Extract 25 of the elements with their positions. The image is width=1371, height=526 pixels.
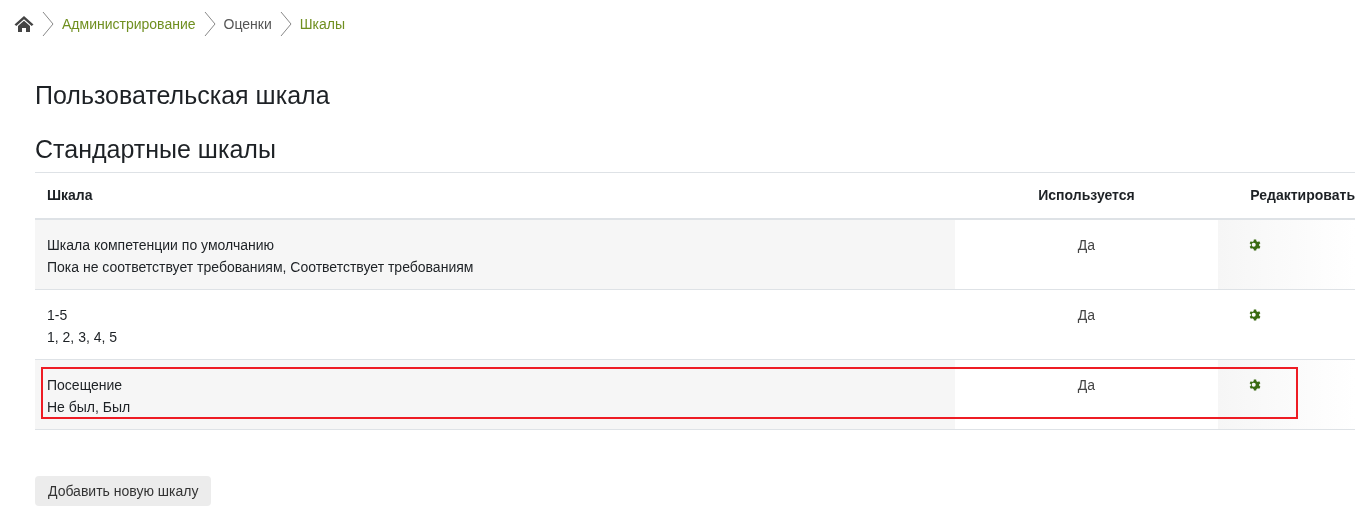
scale-name: Посещение [47, 376, 124, 395]
chevron-icon [279, 11, 292, 37]
breadcrumb-link[interactable]: Шкалы [299, 13, 345, 35]
scale-items: Пока не соответствует требованиям, Соответствует требованиям [47, 258, 475, 277]
add-scale-button[interactable]: Добавить новую шкалу [35, 476, 212, 506]
home-icon[interactable] [14, 15, 34, 33]
used-value: Да [1077, 307, 1096, 323]
column-header: Шкала [47, 187, 93, 203]
scale-items: Не был, Был [47, 398, 132, 417]
settings-icon[interactable] [1247, 238, 1262, 252]
section-title: Стандартные шкалы [35, 134, 277, 165]
chevron-icon [42, 11, 54, 37]
chevron-icon [203, 11, 216, 37]
scale-items: 1, 2, 3, 4, 5 [47, 328, 119, 347]
used-value: Да [1077, 377, 1096, 393]
settings-icon[interactable] [1247, 308, 1262, 322]
column-header: Редактировать [1250, 187, 1355, 203]
settings-icon[interactable] [1247, 378, 1262, 392]
column-header: Используется [1038, 187, 1135, 203]
used-value: Да [1077, 237, 1096, 253]
scale-name: Шкала компетенции по умолчанию [47, 236, 275, 255]
scale-name: 1-5 [47, 306, 69, 325]
breadcrumb-link[interactable]: Администрирование [62, 13, 196, 35]
breadcrumb-link[interactable]: Оценки [223, 13, 272, 35]
page-title: Пользовательская шкала [35, 80, 331, 111]
